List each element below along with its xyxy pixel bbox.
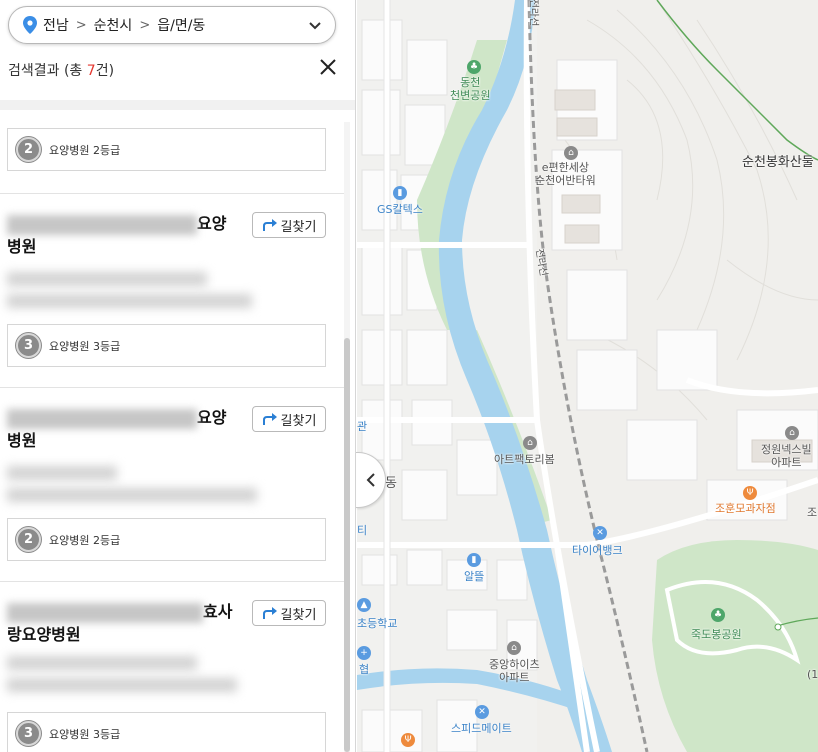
car-repair-icon[interactable]: ✕ bbox=[593, 526, 607, 540]
grade-text: 요양병원 2등급 bbox=[49, 143, 121, 157]
route-button[interactable]: 길찾기 bbox=[252, 212, 326, 238]
map-label[interactable]: 정원넥스빌 아파트 bbox=[761, 443, 812, 469]
region-district[interactable]: 읍/면/동 bbox=[157, 15, 205, 35]
grade-box: 2 요양병원 2등급 bbox=[7, 518, 326, 561]
gas-station-icon[interactable]: ▮ bbox=[467, 553, 481, 567]
grade-box: 3 요양병원 3등급 bbox=[7, 324, 326, 367]
gas-station-icon[interactable]: ▮ bbox=[393, 186, 407, 200]
redacted-address bbox=[7, 272, 207, 286]
redacted-address bbox=[7, 294, 252, 308]
map-label[interactable]: 순천봉화산둘 bbox=[742, 156, 814, 169]
close-icon[interactable] bbox=[318, 57, 338, 77]
region-province[interactable]: 전남 bbox=[43, 15, 69, 35]
map-label[interactable]: e편한세상 순천어반타워 bbox=[535, 161, 596, 187]
chevron-right-icon: > bbox=[75, 17, 87, 33]
map-label[interactable]: 죽도봉공원 bbox=[691, 628, 742, 641]
result-count-prefix: 검색결과 (총 bbox=[8, 63, 87, 79]
redacted-text bbox=[7, 408, 197, 429]
map-label[interactable]: 티 bbox=[357, 524, 367, 537]
apartment-icon[interactable]: ⌂ bbox=[523, 436, 537, 450]
map-label[interactable]: 타이어뱅크 bbox=[572, 544, 623, 557]
grade-badge: 2 bbox=[16, 137, 41, 162]
apartment-icon[interactable]: ⌂ bbox=[507, 641, 521, 655]
grade-badge: 3 bbox=[16, 721, 41, 746]
list-item[interactable]: 2 요양병원 2등급 bbox=[0, 110, 344, 194]
map-label[interactable]: (1 bbox=[807, 668, 818, 681]
hospital-name-tail: 요양 bbox=[197, 214, 227, 233]
hospital-name-line2: 병원 bbox=[7, 431, 37, 450]
route-button[interactable]: 길찾기 bbox=[252, 406, 326, 432]
route-arrow-icon bbox=[262, 607, 277, 619]
region-city[interactable]: 순천시 bbox=[94, 15, 133, 35]
park-icon[interactable]: ♣ bbox=[467, 60, 481, 74]
result-count-number: 7 bbox=[86, 63, 96, 79]
route-button[interactable]: 길찾기 bbox=[252, 600, 326, 626]
route-label: 길찾기 bbox=[280, 413, 317, 429]
map-view[interactable]: ♣ ⌂ ▮ ⌂ ⌂ Ψ ✕ ▮ ♣ ▲ ⌂ ✕ Ψ + 동천 천변공원 e편한세… bbox=[357, 0, 818, 752]
map-label[interactable]: 중앙하이츠 아파트 bbox=[489, 658, 540, 684]
redacted-text bbox=[7, 602, 203, 623]
restaurant-icon[interactable]: Ψ bbox=[401, 733, 415, 747]
grade-box: 2 요양병원 2등급 bbox=[7, 128, 326, 171]
map-label[interactable]: 조훈모과자점 bbox=[715, 502, 776, 515]
map-label[interactable]: 조 bbox=[807, 506, 817, 519]
result-count: 검색결과 (총 7건) bbox=[8, 60, 114, 80]
hospital-name-tail: 효사 bbox=[203, 602, 233, 621]
chevron-right-icon: > bbox=[139, 17, 151, 33]
route-label: 길찾기 bbox=[280, 219, 317, 235]
header-divider bbox=[0, 100, 355, 110]
map-label[interactable]: 스피드메이트 bbox=[451, 722, 512, 735]
map-label[interactable]: 관 bbox=[357, 420, 367, 433]
scrollbar-thumb[interactable] bbox=[344, 338, 350, 752]
route-arrow-icon bbox=[262, 413, 277, 425]
redacted-address bbox=[7, 466, 117, 480]
map-label[interactable]: 전라선 bbox=[526, 0, 539, 26]
map-base bbox=[357, 0, 818, 752]
chevron-left-icon bbox=[366, 473, 375, 487]
redacted-text bbox=[7, 214, 197, 235]
list-item[interactable]: 효사 랑요양병원 길찾기 3 요양병원 3등급 bbox=[0, 582, 344, 752]
park-icon[interactable]: ♣ bbox=[711, 608, 725, 622]
map-label[interactable]: 동천 천변공원 bbox=[450, 76, 490, 102]
route-label: 길찾기 bbox=[280, 607, 317, 623]
hospital-name[interactable]: 요양 병원 bbox=[7, 212, 242, 258]
hospital-name[interactable]: 요양 병원 bbox=[7, 406, 242, 452]
result-count-suffix: 건) bbox=[95, 63, 115, 79]
grade-badge: 3 bbox=[16, 333, 41, 358]
chevron-down-icon[interactable] bbox=[307, 17, 323, 33]
apartment-icon[interactable]: ⌂ bbox=[564, 146, 578, 160]
grade-box: 3 요양병원 3등급 bbox=[7, 712, 326, 752]
route-arrow-icon bbox=[262, 219, 277, 231]
map-label[interactable]: 아트팩토리봄 bbox=[494, 453, 555, 466]
redacted-address bbox=[7, 678, 237, 692]
list-item[interactable]: 요양 병원 길찾기 3 요양병원 3등급 bbox=[0, 194, 344, 388]
grade-text: 요양병원 2등급 bbox=[49, 533, 121, 547]
bakery-icon[interactable]: Ψ bbox=[743, 486, 757, 500]
hospital-name-line2: 랑요양병원 bbox=[7, 625, 81, 644]
grade-badge: 2 bbox=[16, 527, 41, 552]
car-repair-icon[interactable]: ✕ bbox=[475, 705, 489, 719]
sidebar: 전남 > 순천시 > 읍/면/동 검색결과 (총 7건) 2 요양병원 2등급 … bbox=[0, 0, 356, 752]
hospital-name-line2: 병원 bbox=[7, 237, 37, 256]
map-label[interactable]: 알뜰 bbox=[464, 570, 484, 583]
hospital-icon[interactable]: + bbox=[357, 646, 371, 660]
grade-text: 요양병원 3등급 bbox=[49, 339, 121, 353]
location-pin-icon bbox=[23, 16, 37, 34]
hospital-name[interactable]: 효사 랑요양병원 bbox=[7, 600, 242, 646]
apartment-icon[interactable]: ⌂ bbox=[785, 426, 799, 440]
school-icon[interactable]: ▲ bbox=[357, 598, 371, 612]
map-label[interactable]: GS칼텍스 bbox=[377, 203, 423, 216]
map-label[interactable]: 초등학교 bbox=[357, 617, 397, 630]
map-label[interactable]: 협 bbox=[359, 663, 369, 676]
hospital-name-tail: 요양 bbox=[197, 408, 227, 427]
redacted-address bbox=[7, 488, 257, 502]
redacted-address bbox=[7, 656, 197, 670]
region-selector[interactable]: 전남 > 순천시 > 읍/면/동 bbox=[8, 6, 336, 44]
list-item[interactable]: 요양 병원 길찾기 2 요양병원 2등급 bbox=[0, 388, 344, 582]
grade-text: 요양병원 3등급 bbox=[49, 727, 121, 741]
